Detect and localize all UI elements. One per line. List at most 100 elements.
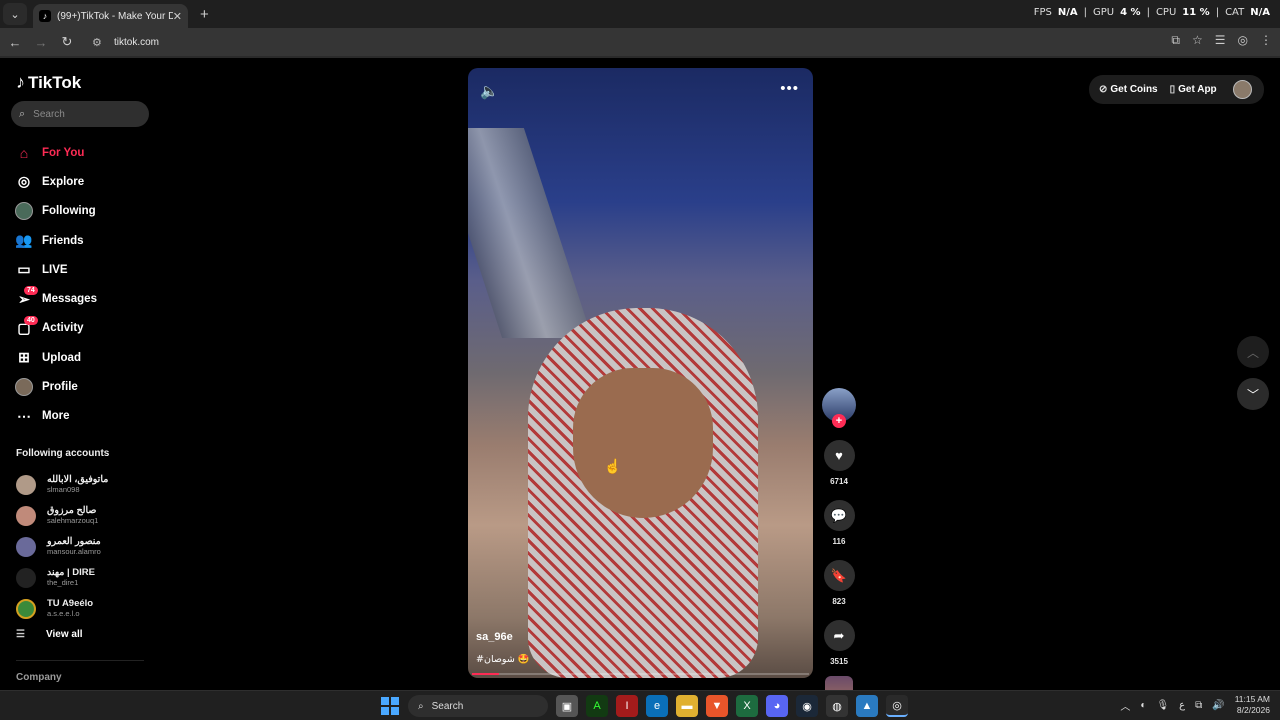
nav-following[interactable]: Following	[14, 197, 97, 226]
share-action[interactable]: ➦ 3515	[821, 620, 857, 666]
video-username[interactable]: sa_96e	[476, 631, 513, 643]
volume-icon[interactable]: 🔈	[480, 82, 499, 100]
back-icon[interactable]: ←	[4, 31, 26, 53]
coin-icon: ⊘	[1099, 84, 1108, 95]
microphone-icon[interactable]: 🎙	[1156, 700, 1169, 711]
list-item[interactable]: TU A9eélo a.s.e.e.l.o	[16, 593, 108, 624]
steam-icon[interactable]: ◉	[796, 695, 818, 717]
reload-icon[interactable]: ↻	[56, 31, 78, 53]
taskbar-search[interactable]: ⌕ Search	[408, 695, 548, 717]
nav-label: More	[42, 410, 70, 423]
edge-icon[interactable]: e	[646, 695, 668, 717]
language-indicator[interactable]: ع	[1179, 700, 1185, 711]
windows-start-icon[interactable]	[380, 696, 400, 716]
tab-search-icon[interactable]: ⌄	[3, 3, 27, 25]
company-link[interactable]: Company	[16, 672, 62, 683]
comment-icon[interactable]: 💬	[823, 500, 855, 531]
nav-friends[interactable]: 👥 Friends	[14, 226, 97, 255]
account-name: ماتوفيق، الابالله	[47, 474, 109, 485]
friends-icon: 👥	[15, 232, 33, 249]
toolbar-divider	[0, 56, 1280, 58]
account-username: a.s.e.e.l.o	[47, 609, 80, 618]
heart-icon[interactable]: ♥	[823, 440, 855, 471]
account-username: slman098	[47, 485, 80, 494]
tiktok-logo[interactable]: ♪ TikTok	[16, 72, 81, 93]
like-action[interactable]: ♥ 6714	[821, 440, 857, 486]
menu-kebab-icon[interactable]: ⋮	[1260, 33, 1272, 48]
video-progress-fill	[472, 673, 499, 675]
nav-messages[interactable]: ➢ 74 Messages	[14, 284, 97, 313]
nav-live[interactable]: ▭ LIVE	[14, 255, 97, 284]
nav-activity[interactable]: ▢ 40 Activity	[14, 314, 97, 343]
profile-icon[interactable]: ◎	[1238, 33, 1248, 48]
tab-close-icon[interactable]: ✕	[173, 10, 182, 23]
address-bar[interactable]: ⚙ tiktok.com	[84, 31, 1144, 53]
chrome-icon[interactable]: ◎	[886, 695, 908, 717]
gpu-label: GPU	[1092, 7, 1115, 18]
cat-label: CAT	[1225, 7, 1245, 18]
share-icon[interactable]: ➦	[823, 620, 855, 651]
task-view-icon[interactable]: ▣	[556, 695, 578, 717]
tiktok-note-icon: ♪	[16, 72, 25, 92]
tray-app-icon[interactable]: ◐	[1140, 700, 1146, 711]
save-action[interactable]: 🔖 823	[821, 560, 857, 606]
comment-action[interactable]: 💬 116	[821, 500, 857, 546]
os-taskbar: ⌕ Search ▣ A I e ▬ ▼ X ◕ ◉ ◍ ▲ ◎ ︿ ◐ 🎙 ع …	[0, 690, 1280, 720]
view-all-link[interactable]: ☰ View all	[16, 629, 83, 640]
search-input[interactable]: ⌕ Search	[11, 101, 149, 127]
video-progress-bar[interactable]	[472, 673, 809, 675]
nav-profile[interactable]: Profile	[14, 372, 97, 401]
clock-date: 8/2/2026	[1236, 705, 1270, 715]
excel-icon[interactable]: X	[736, 695, 758, 717]
video-more-icon[interactable]: •••	[780, 80, 799, 97]
nav-upload[interactable]: ⊞ Upload	[14, 343, 97, 372]
nav-label: LIVE	[42, 263, 68, 276]
video-caption[interactable]: #شوصان 🤩	[476, 654, 530, 665]
nav-explore[interactable]: ◎ Explore	[14, 167, 97, 196]
volume-icon[interactable]: 🔊	[1212, 700, 1224, 711]
get-coins-button[interactable]: ⊘ Get Coins	[1099, 84, 1158, 95]
bookmark-icon[interactable]: 🔖	[823, 560, 855, 591]
user-avatar[interactable]	[1233, 80, 1252, 99]
previous-video-chevron-up-icon[interactable]: ︿	[1237, 336, 1269, 368]
video-player[interactable]: 🔈 ••• sa_96e #شوصان 🤩	[468, 68, 813, 678]
photos-icon[interactable]: ▲	[856, 695, 878, 717]
new-tab-icon[interactable]: +	[200, 6, 209, 23]
site-info-icon[interactable]: ⚙	[92, 35, 106, 49]
cat-value: N/A	[1250, 7, 1270, 18]
list-item[interactable]: منصور العمرو mansour.alamro	[16, 531, 108, 562]
compass-icon: ◎	[17, 173, 31, 190]
browser-tab[interactable]: ♪ (99+)TikTok - Make Your Day ✕	[33, 4, 188, 28]
video-actions: + ♥ 6714 💬 116 🔖 823 ➦ 3515	[821, 388, 857, 704]
nav-label: Profile	[42, 381, 78, 394]
media-controls-icon[interactable]: ☰	[1215, 33, 1226, 48]
app-green-icon[interactable]: A	[586, 695, 608, 717]
nav-more[interactable]: ⋯ More	[14, 402, 97, 431]
app-red-icon[interactable]: I	[616, 695, 638, 717]
video-frame-pillar	[468, 128, 593, 338]
tray-chevron-up-icon[interactable]: ︿	[1120, 698, 1130, 713]
app-circle-icon[interactable]: ◍	[826, 695, 848, 717]
account-name: منصور العمرو	[47, 536, 101, 547]
install-app-icon[interactable]: ⧉	[1171, 33, 1180, 48]
creator-avatar[interactable]: +	[822, 388, 856, 428]
nav-label: Messages	[42, 293, 97, 306]
get-app-button[interactable]: ▯ Get App	[1170, 84, 1217, 95]
brave-icon[interactable]: ▼	[706, 695, 728, 717]
list-item[interactable]: مهند | DIRE the_dire1	[16, 562, 108, 593]
nav-label: Following	[42, 205, 96, 218]
upload-icon: ⊞	[18, 349, 30, 366]
video-frame-face	[573, 368, 713, 518]
list-item[interactable]: صالح مرزوق salehmarzouq1	[16, 500, 108, 531]
taskbar-clock[interactable]: 11:15 AM 8/2/2026	[1235, 694, 1270, 716]
cpu-value: 11 %	[1182, 7, 1210, 18]
follow-plus-icon[interactable]: +	[832, 414, 846, 428]
discord-icon[interactable]: ◕	[766, 695, 788, 717]
file-explorer-icon[interactable]: ▬	[676, 695, 698, 717]
list-item[interactable]: ماتوفيق، الابالله slman098	[16, 469, 108, 500]
nav-for-you[interactable]: ⌂ For You	[14, 138, 97, 167]
next-video-chevron-down-icon[interactable]: ﹀	[1237, 378, 1269, 410]
network-icon[interactable]: ⧉	[1195, 700, 1202, 711]
bookmark-star-icon[interactable]: ☆	[1192, 33, 1203, 48]
forward-icon[interactable]: →	[30, 31, 52, 53]
